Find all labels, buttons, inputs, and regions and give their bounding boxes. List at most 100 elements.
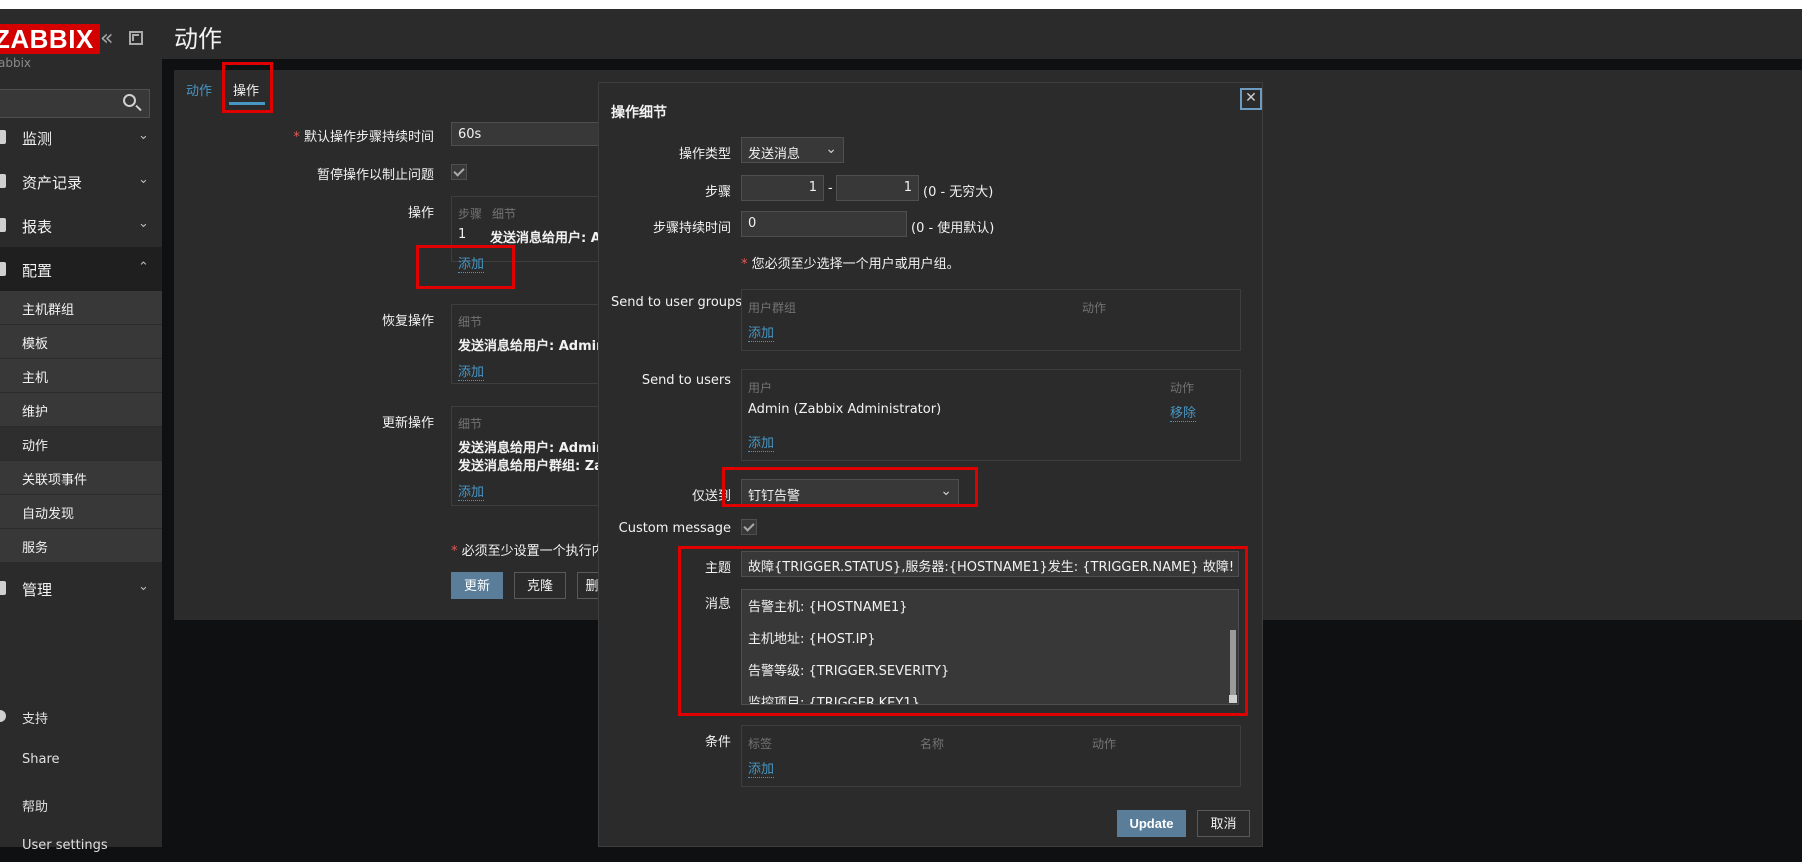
eye-icon: [0, 130, 6, 144]
textarea-scrollbar[interactable]: [1230, 630, 1236, 700]
chevron-down-icon: ⌄: [138, 579, 149, 594]
sidebar-item-services[interactable]: 服务: [0, 529, 162, 563]
update-ops-label: 更新操作: [381, 416, 434, 431]
sub-label: 模板: [22, 337, 49, 352]
op-step: 1: [458, 227, 467, 242]
add-user-link[interactable]: 添加: [748, 432, 775, 452]
step-duration-label: 步骤持续时间: [652, 221, 731, 236]
col-user-group: 用户群组: [748, 301, 797, 315]
nav-support[interactable]: 支持: [0, 702, 162, 732]
nav-label: 管理: [22, 581, 53, 599]
chevron-down-icon: ⌄: [138, 128, 149, 143]
update-button[interactable]: 更新: [451, 572, 503, 599]
must-note: * 必须至少设置一个执行内: [451, 544, 605, 559]
col-action: 动作: [1082, 301, 1107, 315]
chevron-down-icon: ⌄: [138, 216, 149, 231]
add-operation-link[interactable]: 添加: [458, 253, 485, 273]
message-line: 主机地址: {HOST.IP}: [748, 632, 876, 647]
zabbix-logo[interactable]: ZABBIX: [0, 24, 100, 54]
clone-button[interactable]: 克隆: [514, 572, 566, 599]
dialog-cancel-button[interactable]: 取消: [1197, 810, 1250, 837]
message-label: 消息: [704, 597, 731, 612]
wrench-icon: [0, 262, 6, 276]
select-value: 钉钉告警: [748, 489, 801, 504]
step-from-input[interactable]: 1: [741, 175, 824, 201]
sidebar-item-discovery[interactable]: 自动发现: [0, 495, 162, 529]
bottom-label: Share: [22, 752, 60, 767]
nav-label: 配置: [22, 262, 53, 280]
nav-reports[interactable]: 报表 ⌄: [0, 203, 162, 247]
add-user-group-link[interactable]: 添加: [748, 322, 775, 342]
chevron-down-icon: ⌄: [138, 172, 149, 187]
media-type-select[interactable]: 钉钉告警 ⌄: [741, 479, 959, 505]
operation-details-dialog: 操作细节 ✕ 操作类型 发送消息 ⌄ 步骤 1 - 1 (0 - 无穷大) 步骤…: [598, 82, 1263, 847]
sidebar-item-actions[interactable]: 动作: [0, 427, 162, 461]
add-update-link[interactable]: 添加: [458, 481, 485, 501]
custom-message-checkbox[interactable]: [741, 519, 757, 535]
sidebar-item-event-correlation[interactable]: 关联项事件: [0, 461, 162, 495]
remove-user-link[interactable]: 移除: [1170, 402, 1197, 422]
nav-inventory[interactable]: 资产记录 ⌄: [0, 159, 162, 203]
step-duration-input[interactable]: 0: [741, 211, 907, 237]
recovery-row: 发送消息给用户: Admin: [458, 339, 606, 354]
subject-label: 主题: [704, 561, 731, 576]
pause-label: 暂停操作以制止问题: [316, 168, 434, 183]
pause-checkbox[interactable]: [451, 164, 467, 180]
sidebar-search-input[interactable]: [0, 89, 150, 118]
user-groups-table: 用户群组 动作 添加: [741, 289, 1241, 351]
bottom-label: 帮助: [22, 800, 49, 815]
nav-label: 报表: [22, 218, 53, 236]
op-type-select[interactable]: 发送消息 ⌄: [741, 137, 844, 163]
select-value: 发送消息: [748, 147, 801, 162]
sidebar-item-host-groups[interactable]: 主机群组: [0, 291, 162, 325]
col-detail: 细节: [492, 207, 517, 221]
bottom-label: User settings: [22, 838, 108, 853]
search-icon[interactable]: [123, 94, 136, 107]
col-step: 步骤: [458, 207, 483, 221]
sub-label: 关联项事件: [22, 473, 88, 488]
op-detail: 发送消息给用户: A: [490, 231, 601, 246]
logo-subtitle: abbix: [0, 56, 32, 70]
chevron-down-icon: ⌄: [825, 141, 837, 157]
tab-operations[interactable]: 操作: [233, 80, 259, 99]
require-note: * 您必须至少选择一个用户或用户组。: [741, 257, 960, 272]
list-icon: [0, 174, 6, 188]
col-tag: 标签: [748, 737, 773, 751]
update-row: 发送消息给用户: Admin: [458, 441, 606, 456]
step-duration-hint: (0 - 使用默认): [911, 221, 995, 236]
subject-input[interactable]: 故障{TRIGGER.STATUS},服务器:{HOSTNAME1}发生: {T…: [741, 551, 1239, 577]
nav-configuration[interactable]: 配置 ⌃: [0, 247, 162, 291]
collapse-sidebar-icon[interactable]: «: [100, 28, 113, 50]
kiosk-mode-icon[interactable]: [129, 31, 143, 45]
custom-message-label: Custom message: [618, 521, 731, 536]
sub-label: 主机群组: [22, 303, 75, 318]
send-only-label: 仅送到: [691, 489, 731, 504]
active-tab-indicator: [229, 102, 265, 105]
tab-actions[interactable]: 动作: [186, 80, 212, 99]
message-line: 告警等级: {TRIGGER.SEVERITY}: [748, 664, 950, 679]
col-action: 动作: [1170, 381, 1195, 395]
col-user: 用户: [748, 381, 773, 395]
support-icon: [0, 710, 6, 722]
add-recovery-link[interactable]: 添加: [458, 361, 485, 381]
nav-monitoring[interactable]: 监测 ⌄: [0, 115, 162, 159]
gear-icon: [0, 581, 6, 595]
message-textarea[interactable]: 告警主机: {HOSTNAME1} 主机地址: {HOST.IP} 告警等级: …: [741, 589, 1239, 705]
nav-administration[interactable]: 管理 ⌄: [0, 566, 162, 610]
add-condition-link[interactable]: 添加: [748, 758, 775, 778]
col-action: 动作: [1092, 737, 1117, 751]
close-icon[interactable]: ✕: [1240, 88, 1262, 110]
step-to-input[interactable]: 1: [836, 175, 919, 201]
sidebar-item-maintenance[interactable]: 维护: [0, 393, 162, 427]
message-line: 告警主机: {HOSTNAME1}: [748, 600, 908, 615]
nav-share[interactable]: Share: [0, 746, 162, 776]
nav-user-settings[interactable]: User settings: [0, 832, 162, 862]
sidebar-item-hosts[interactable]: 主机: [0, 359, 162, 393]
resize-handle-icon[interactable]: [1229, 695, 1237, 703]
dialog-update-button[interactable]: Update: [1117, 810, 1186, 837]
recovery-label: 恢复操作: [381, 314, 434, 329]
sidebar-item-templates[interactable]: 模板: [0, 325, 162, 359]
message-line: 监控项目: {TRIGGER.KEY1}: [748, 696, 920, 705]
page-title: 动作: [174, 25, 222, 53]
nav-help[interactable]: 帮助: [0, 790, 162, 820]
